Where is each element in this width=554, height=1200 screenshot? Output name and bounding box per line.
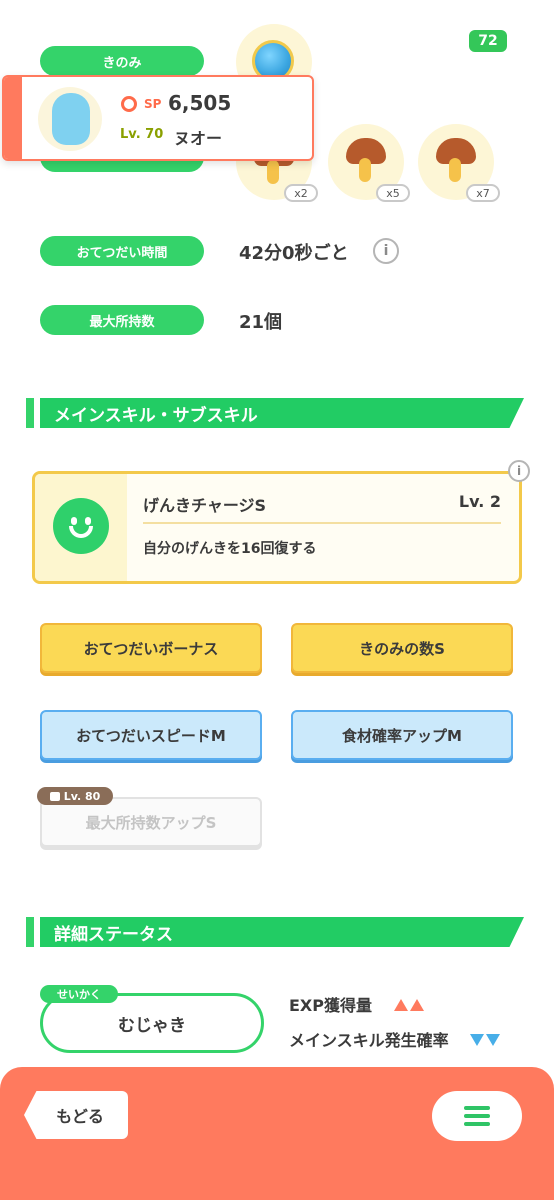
nature-up-stat: EXP獲得量 (289, 992, 424, 1016)
pokemon-avatar (52, 93, 90, 145)
help-time-value: 42分0秒ごと (239, 243, 349, 264)
mushroom-icon (346, 138, 386, 184)
back-button[interactable]: もどる (24, 1091, 128, 1139)
ingredient-count: x5 (376, 184, 410, 202)
mushroom-icon (436, 138, 476, 184)
skills-section-header: メインスキル・サブスキル (26, 398, 524, 428)
sub-skill-label: きのみの数S (359, 639, 445, 658)
sub-skill-button[interactable]: 食材確率アップM (291, 710, 513, 760)
max-carry-label-pill: 最大所持数 (40, 305, 204, 335)
strength-points-icon (121, 96, 137, 112)
berry-label: きのみ (102, 55, 142, 71)
lock-icon (49, 791, 60, 801)
main-skill-level: Lv. 2 (458, 492, 501, 511)
max-carry-value: 21個 (239, 312, 283, 333)
battery-level: 72 (478, 33, 498, 49)
battery-indicator: 72 (469, 30, 507, 52)
nature-value: むじゃき (118, 1015, 186, 1036)
pokemon-level: Lv. 70 (120, 127, 164, 142)
hamburger-menu-icon[interactable] (432, 1091, 522, 1141)
smile-face-icon (53, 498, 109, 554)
help-time-label: おてつだい時間 (76, 245, 168, 261)
berry-label-pill: きのみ (40, 46, 204, 76)
info-icon[interactable]: i (508, 460, 530, 482)
nature-down-stat: メインスキル発生確率 (289, 1027, 501, 1051)
sub-skill-button[interactable]: きのみの数S (291, 623, 513, 673)
main-skill-description: 自分のげんきを16回復する (143, 541, 317, 557)
sub-skill-label: おてつだいスピードM (76, 726, 226, 745)
nature-tag: せいかく (40, 985, 118, 1003)
up-stat-label: EXP獲得量 (289, 996, 372, 1015)
status-section-header: 詳細ステータス (26, 917, 524, 947)
main-skill-name: げんきチャージS (143, 496, 267, 515)
sub-skill-button[interactable]: おてつだいスピードM (40, 710, 262, 760)
sp-value: 6,505 (168, 91, 232, 115)
card-accent-stripe (4, 77, 22, 159)
sub-skill-label: おてつだいボーナス (83, 639, 219, 658)
ingredient-count: x2 (284, 184, 318, 202)
down-stat-label: メインスキル発生確率 (289, 1031, 449, 1050)
sub-skill-label: 最大所持数アップS (85, 813, 217, 832)
unlock-level: Lv. 80 (63, 789, 101, 803)
unlock-level-badge: Lv. 80 (37, 787, 113, 805)
sp-label: SP (144, 97, 162, 111)
max-carry-label: 最大所持数 (89, 314, 155, 330)
section-title: 詳細ステータス (54, 924, 173, 945)
sub-skill-button[interactable]: おてつだいボーナス (40, 623, 262, 673)
main-skill-card[interactable]: げんきチャージS Lv. 2 自分のげんきを16回復する (32, 471, 522, 584)
divider (143, 522, 501, 524)
down-arrows-icon (468, 1031, 501, 1050)
pokemon-name: ヌオー (174, 129, 223, 148)
pokemon-summary-card[interactable]: SP 6,505 Lv. 70 ヌオー (2, 75, 314, 161)
help-time-label-pill: おてつだい時間 (40, 236, 204, 266)
ingredient-count: x7 (466, 184, 500, 202)
sub-skill-label: 食材確率アップM (342, 726, 462, 745)
section-title: メインスキル・サブスキル (54, 405, 258, 426)
up-arrows-icon (392, 996, 424, 1015)
back-label: もどる (56, 1107, 104, 1126)
info-icon[interactable]: i (373, 238, 399, 264)
